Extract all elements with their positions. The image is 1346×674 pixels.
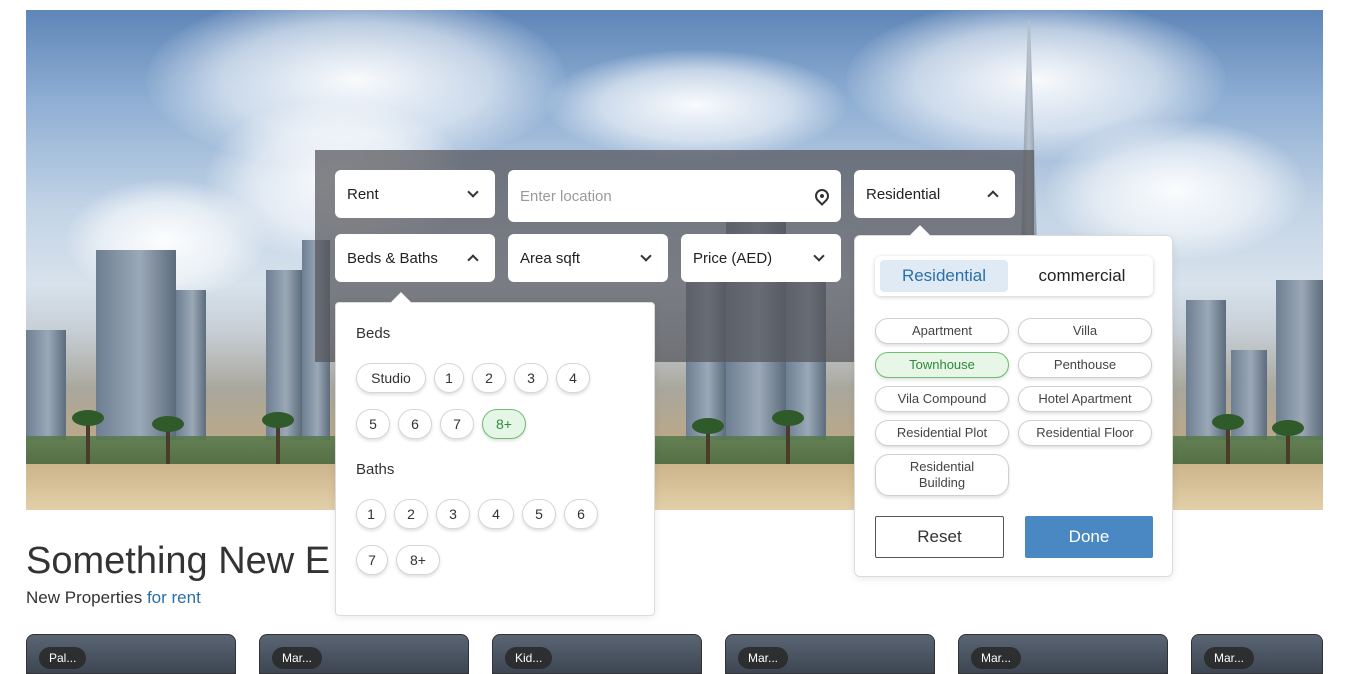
property-type-dropdown: Residential commercial Apartment Villa T… [854, 225, 1173, 577]
baths-option-3[interactable]: 3 [436, 499, 470, 529]
area-select[interactable]: Area sqft [508, 234, 668, 282]
baths-option-4[interactable]: 4 [478, 499, 514, 529]
price-select[interactable]: Price (AED) [681, 234, 841, 282]
chevron-down-icon [813, 250, 825, 262]
type-residential-building[interactable]: Residential Building [875, 454, 1009, 496]
chevron-up-icon [987, 190, 999, 202]
beds-option-6[interactable]: 6 [398, 409, 432, 439]
beds-baths-dropdown: Beds Studio 1 2 3 4 5 6 7 8+ Baths 1 2 3… [335, 292, 655, 616]
type-villa[interactable]: Villa [1018, 318, 1152, 344]
type-residential-floor[interactable]: Residential Floor [1018, 420, 1152, 446]
beds-option-3[interactable]: 3 [514, 363, 548, 393]
chevron-down-icon [640, 250, 652, 262]
card-location-tag: Pal... [39, 647, 87, 669]
card-location-tag: Kid... [505, 647, 553, 669]
beds-option-4[interactable]: 4 [556, 363, 590, 393]
type-residential-plot[interactable]: Residential Plot [875, 420, 1009, 446]
type-vila-compound[interactable]: Vila Compound [875, 386, 1009, 412]
location-pin-icon [812, 186, 832, 206]
reset-button[interactable]: Reset [875, 516, 1004, 558]
beds-baths-select[interactable]: Beds & Baths [335, 234, 495, 282]
property-card[interactable]: Mar... [259, 634, 469, 674]
for-rent-link[interactable]: for rent [147, 588, 201, 607]
baths-option-1[interactable]: 1 [356, 499, 386, 529]
property-card[interactable]: Mar... [725, 634, 935, 674]
listing-type-value: Rent [347, 185, 379, 203]
type-apartment[interactable]: Apartment [875, 318, 1009, 344]
beds-option-8plus[interactable]: 8+ [482, 409, 526, 439]
card-location-tag: Mar... [1204, 647, 1255, 669]
card-location-tag: Mar... [971, 647, 1022, 669]
baths-option-7[interactable]: 7 [356, 545, 388, 575]
price-label: Price (AED) [693, 249, 773, 267]
beds-option-1[interactable]: 1 [434, 363, 464, 393]
property-card[interactable]: Pal... [26, 634, 236, 674]
section-subtitle-text: New Properties [26, 588, 143, 607]
beds-option-7[interactable]: 7 [440, 409, 474, 439]
baths-option-5[interactable]: 5 [522, 499, 556, 529]
location-placeholder: Enter location [520, 187, 612, 205]
section-subtitle: New Properties for rent [26, 588, 201, 608]
baths-option-8plus[interactable]: 8+ [396, 545, 440, 575]
chevron-down-icon [467, 186, 479, 198]
baths-option-6[interactable]: 6 [564, 499, 598, 529]
baths-title: Baths [356, 461, 395, 478]
beds-option-5[interactable]: 5 [356, 409, 390, 439]
beds-option-2[interactable]: 2 [472, 363, 506, 393]
tab-commercial[interactable]: commercial [1015, 260, 1149, 292]
property-category-value: Residential [866, 185, 941, 203]
baths-option-2[interactable]: 2 [394, 499, 428, 529]
chevron-up-icon [467, 254, 479, 266]
property-category-select[interactable]: Residential [854, 170, 1015, 218]
section-title: Something New E [26, 540, 331, 582]
done-button[interactable]: Done [1025, 516, 1153, 558]
listing-type-select[interactable]: Rent [335, 170, 495, 218]
beds-baths-label: Beds & Baths [347, 249, 438, 267]
type-hotel-apartment[interactable]: Hotel Apartment [1018, 386, 1152, 412]
card-location-tag: Mar... [738, 647, 789, 669]
beds-title: Beds [356, 325, 391, 342]
card-location-tag: Mar... [272, 647, 323, 669]
property-card[interactable]: Mar... [1191, 634, 1323, 674]
property-tabs: Residential commercial [875, 256, 1153, 296]
property-card[interactable]: Mar... [958, 634, 1168, 674]
area-label: Area sqft [520, 249, 581, 267]
beds-option-studio[interactable]: Studio [356, 363, 426, 393]
type-penthouse[interactable]: Penthouse [1018, 352, 1152, 378]
location-input[interactable]: Enter location [508, 170, 841, 222]
type-townhouse[interactable]: Townhouse [875, 352, 1009, 378]
property-card[interactable]: Kid... [492, 634, 702, 674]
tab-residential[interactable]: Residential [880, 260, 1008, 292]
